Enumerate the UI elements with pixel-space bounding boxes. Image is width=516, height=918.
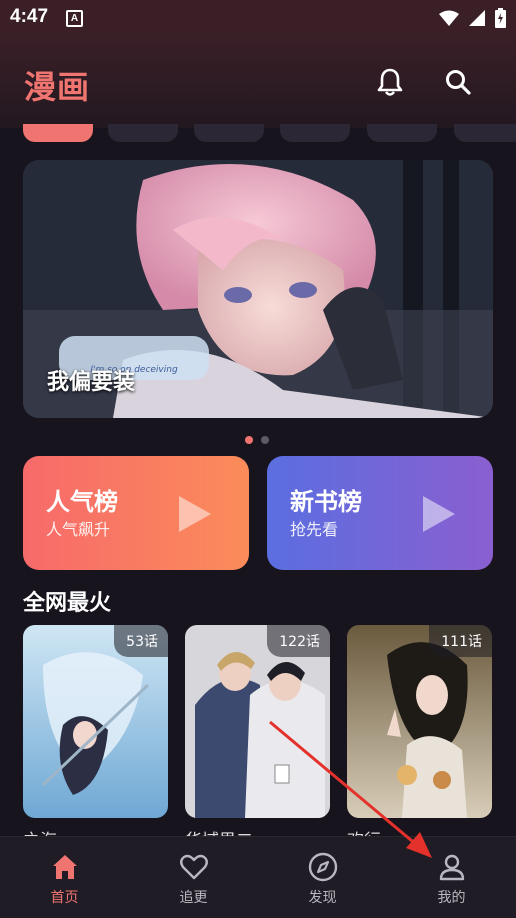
carousel-dots [245, 436, 269, 444]
nav-item-follow[interactable]: 追更 [129, 837, 258, 918]
section-title: 全网最火 [23, 591, 112, 616]
episode-count-badge: 111话 [429, 625, 492, 657]
nav-label: 追更 [179, 890, 208, 906]
episode-count-badge: 122话 [267, 625, 330, 657]
category-chip[interactable] [367, 124, 437, 142]
notification-a-icon: A [66, 10, 83, 27]
wifi-icon [439, 10, 459, 26]
page-title: 漫画 [24, 68, 91, 106]
rank-subtitle: 抢先看 [290, 520, 339, 539]
battery-icon [495, 8, 506, 28]
nav-label: 首页 [50, 890, 79, 906]
compass-icon [308, 852, 337, 882]
search-button[interactable] [438, 62, 478, 102]
carousel-dot[interactable] [261, 436, 269, 444]
rank-title: 新书榜 [290, 488, 362, 516]
status-bar: 4:47 A [0, 0, 516, 36]
nav-item-discover[interactable]: 发现 [258, 837, 387, 918]
signal-icon [469, 10, 485, 26]
user-icon [439, 854, 464, 881]
app-header: 漫画 [0, 36, 516, 128]
category-chip[interactable] [194, 124, 264, 142]
featured-banner[interactable]: I'm so on deceiving 我偏要装 [23, 160, 493, 418]
heart-icon [179, 854, 208, 880]
category-chip-active[interactable] [23, 124, 93, 142]
nav-item-home[interactable]: 首页 [0, 837, 129, 918]
nav-label: 发现 [308, 890, 337, 906]
home-icon [52, 855, 77, 879]
episode-count-badge: 53话 [114, 625, 168, 657]
comic-card[interactable]: 111话 [347, 625, 492, 818]
nav-item-profile[interactable]: 我的 [387, 837, 516, 918]
status-time: 4:47 [10, 6, 49, 27]
rank-subtitle: 人气飙升 [46, 520, 111, 539]
status-icons [439, 8, 506, 28]
new-books-ranking-card[interactable]: 新书榜 抢先看 [267, 456, 493, 570]
banner-title: 我偏要装 [47, 370, 136, 395]
rank-title: 人气榜 [46, 488, 118, 516]
popular-ranking-card[interactable]: 人气榜 人气飙升 [23, 456, 249, 570]
notification-button[interactable] [370, 62, 410, 102]
bell-icon [377, 68, 403, 96]
category-chips [0, 124, 516, 146]
bottom-nav: 首页 追更 发现 我的 [0, 836, 516, 918]
category-chip[interactable] [280, 124, 350, 142]
comic-card[interactable]: 122话 [185, 625, 330, 818]
play-arrow-icon [179, 496, 211, 532]
nav-label: 我的 [437, 890, 466, 906]
search-icon [446, 70, 471, 95]
category-chip[interactable] [108, 124, 178, 142]
comic-card[interactable]: 53话 [23, 625, 168, 818]
play-arrow-icon [423, 496, 455, 532]
carousel-dot-active[interactable] [245, 436, 253, 444]
category-chip[interactable] [454, 124, 516, 142]
